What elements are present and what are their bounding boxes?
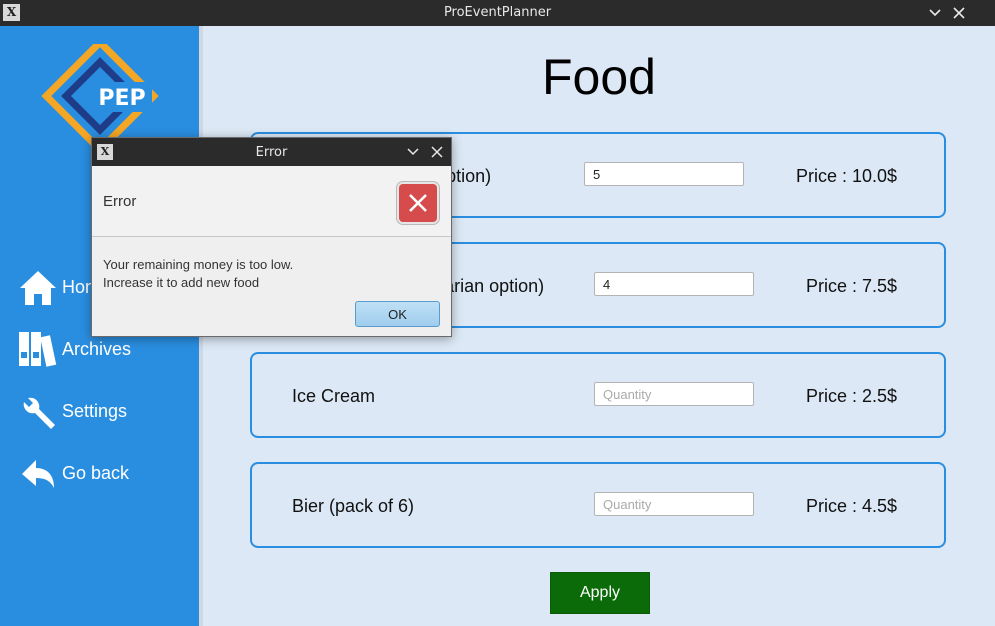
nav-go-back[interactable]: Go back — [18, 454, 198, 494]
dialog-titlebar: X Error — [92, 138, 451, 166]
quantity-input[interactable] — [594, 272, 754, 296]
back-arrow-icon — [22, 460, 54, 488]
ok-button[interactable]: OK — [355, 301, 440, 327]
dialog-message-line: Increase it to add new food — [103, 275, 260, 290]
dialog-message-line: Your remaining money is too low. — [103, 257, 294, 272]
food-name: Ice Cream — [292, 386, 376, 406]
archives-icon — [19, 332, 57, 367]
food-card: Bier (pack of 6) Price : 4.5$ — [250, 462, 946, 548]
food-price: Price : 2.5$ — [806, 386, 898, 406]
food-price: Price : 7.5$ — [806, 276, 898, 296]
food-price: Price : 10.0$ — [796, 166, 898, 186]
page-title: Food — [542, 49, 656, 105]
error-dialog: X Error Error Your remaining money is to… — [91, 137, 452, 337]
svg-text:PEP: PEP — [98, 86, 145, 111]
dialog-header-text: Error — [103, 193, 137, 210]
nav-go-back-label: Go back — [62, 463, 130, 483]
nav-archives-label: Archives — [62, 339, 132, 359]
dialog-title: Error — [255, 145, 288, 160]
quantity-input[interactable] — [584, 162, 744, 186]
minimize-icon[interactable] — [925, 3, 945, 23]
quantity-input[interactable] — [594, 492, 754, 516]
nav-settings[interactable]: Settings — [18, 392, 198, 432]
quantity-input[interactable] — [594, 382, 754, 406]
error-icon — [397, 182, 439, 224]
food-card: Ice Cream Price : 2.5$ — [250, 352, 946, 438]
apply-button[interactable]: Apply — [550, 572, 650, 614]
dialog-header: Error — [92, 166, 451, 237]
minimize-icon[interactable] — [404, 143, 422, 161]
wrench-icon — [23, 397, 55, 429]
close-icon[interactable] — [949, 3, 969, 23]
window-titlebar: X ProEventPlanner — [0, 0, 995, 26]
nav-settings-label: Settings — [62, 401, 128, 421]
food-name: Bier (pack of 6) — [292, 496, 415, 516]
close-icon[interactable] — [428, 143, 446, 161]
window-title: ProEventPlanner — [443, 5, 552, 20]
home-icon — [20, 271, 56, 305]
food-price: Price : 4.5$ — [806, 496, 898, 516]
dialog-message: Your remaining money is too low. Increas… — [103, 256, 293, 292]
